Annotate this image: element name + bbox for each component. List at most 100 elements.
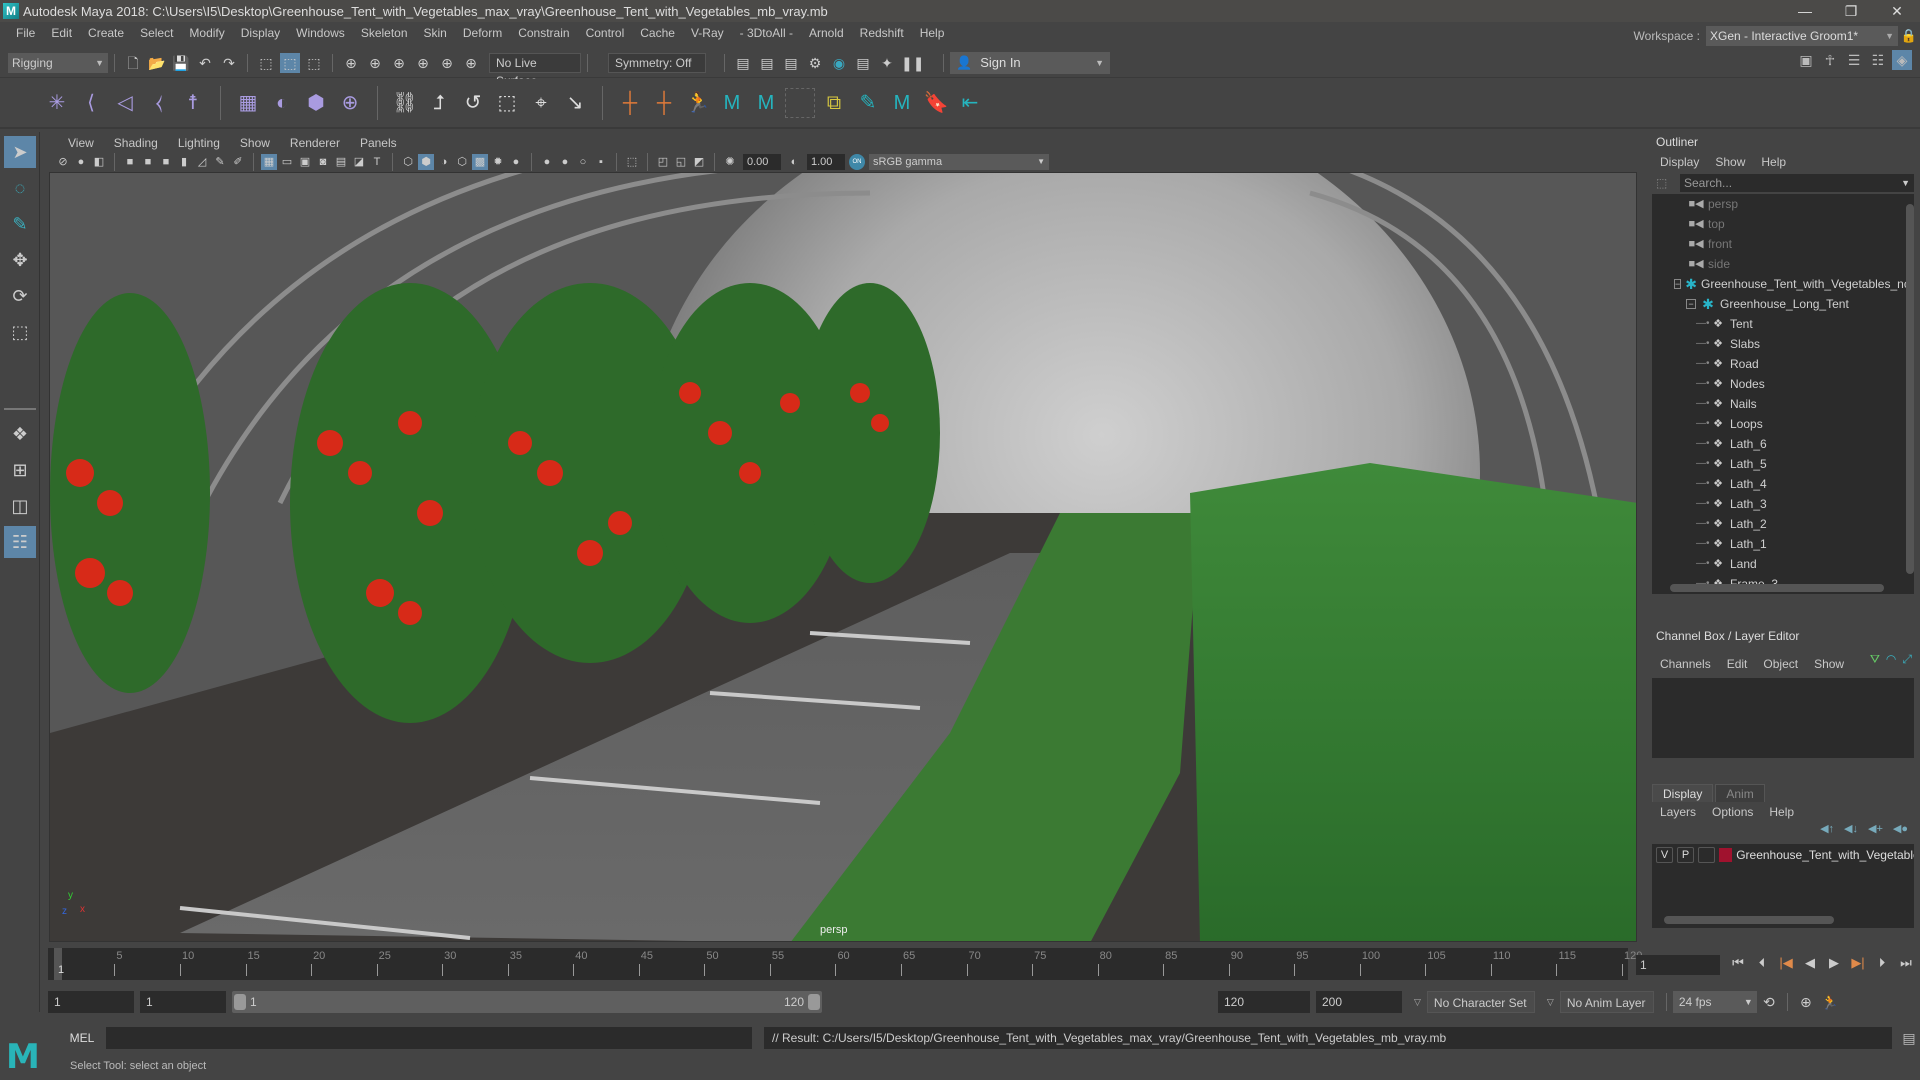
attribute-editor-icon[interactable]: ☥ <box>1820 50 1840 70</box>
viewport-menu-shading[interactable]: Shading <box>104 136 168 150</box>
rotate-tool-icon[interactable]: ⟳ <box>4 280 36 312</box>
symmetry-field[interactable]: Symmetry: Off <box>608 52 706 73</box>
menu-file[interactable]: File <box>8 26 43 40</box>
exposure-icon[interactable]: ✺ <box>722 154 738 170</box>
menuset-dropdown[interactable]: Rigging ▼ <box>8 52 108 73</box>
select-object-icon[interactable]: ⬚ <box>280 52 300 73</box>
help-menu[interactable]: Help <box>1761 805 1802 819</box>
channel-box-toggle-icon[interactable]: ☷ <box>1868 50 1888 70</box>
bind-skin-icon[interactable]: ▦ <box>233 88 263 118</box>
grid-toggle-icon[interactable]: ▦ <box>261 154 277 170</box>
viewport-menu-view[interactable]: View <box>58 136 104 150</box>
fps-dropdown[interactable]: 24 fps ▼ <box>1672 991 1757 1013</box>
outliner-item[interactable]: —• ❖ Slabs <box>1652 334 1914 354</box>
outliner-item[interactable]: ■◀ top <box>1652 214 1914 234</box>
step-forward-frame-icon[interactable]: ⏵ <box>1872 955 1892 971</box>
collapse-toggle[interactable]: − <box>1674 279 1682 289</box>
outliner-item[interactable]: —• ❖ Lath_5 <box>1652 454 1914 474</box>
empty-shelf-slot[interactable] <box>785 88 815 118</box>
go-to-end-icon[interactable]: ⏭ <box>1896 955 1916 971</box>
script-editor-icon[interactable]: ▤ <box>1898 1030 1920 1047</box>
pole-vector-icon[interactable]: ↘ <box>560 88 590 118</box>
humanik-icon[interactable]: ☨ <box>178 88 208 118</box>
smooth-shade-icon[interactable]: ⬢ <box>418 154 434 170</box>
animation-start-field[interactable]: 1 <box>48 991 134 1013</box>
outliner-tab[interactable]: Outliner <box>1646 132 1709 152</box>
paint-weights-icon[interactable]: ✎ <box>853 88 883 118</box>
channels-menu[interactable]: Channels <box>1652 657 1719 671</box>
layers-menu[interactable]: Layers <box>1652 805 1704 819</box>
open-scene-icon[interactable]: 📂 <box>147 53 167 73</box>
render-view-icon[interactable]: ▤ <box>733 53 753 73</box>
playback-end-field[interactable]: 120 <box>1218 991 1310 1013</box>
grease-pencil-2-icon[interactable]: ✐ <box>230 154 246 170</box>
time-slider[interactable]: 1 5 10 15 20 25 30 35 40 45 50 55 60 65 70 75 80 85 90 95 1… <box>48 948 1642 980</box>
sign-in-button[interactable]: 👤 Sign In ▼ <box>950 51 1110 74</box>
move-layer-down-icon[interactable]: ◀↓ <box>1844 822 1858 840</box>
lock-camera-icon[interactable]: ■ <box>140 154 156 170</box>
viewport-menu-lighting[interactable]: Lighting <box>168 136 230 150</box>
command-input[interactable] <box>106 1027 752 1049</box>
outliner-item[interactable]: − ✱ Greenhouse_Tent_with_Vegetables_ncl1 <box>1652 274 1914 294</box>
outliner-item[interactable]: —• ❖ Tent <box>1652 314 1914 334</box>
script-language-toggle[interactable]: MEL <box>58 1031 106 1045</box>
outliner-item[interactable]: —• ❖ Loops <box>1652 414 1914 434</box>
gamma-field[interactable]: 1.00 <box>807 154 845 170</box>
wireframe-on-shaded-icon[interactable]: ⬡ <box>454 154 470 170</box>
range-start-handle[interactable] <box>234 994 246 1010</box>
menu-skin[interactable]: Skin <box>416 26 455 40</box>
loop-icon[interactable]: ⟲ <box>1759 992 1779 1012</box>
two-view-layout-icon[interactable]: ◫ <box>4 490 36 522</box>
outliner-menu-show[interactable]: Show <box>1707 155 1753 169</box>
step-back-frame-icon[interactable]: ⏴ <box>1752 955 1772 971</box>
scale-constraint-icon[interactable]: ⬚ <box>492 88 522 118</box>
auto-key-icon[interactable]: ⊕ <box>1796 992 1816 1012</box>
cluster-icon[interactable]: ⊕ <box>335 88 365 118</box>
camera-attribute-icon[interactable]: ■ <box>158 154 174 170</box>
ipr-render-icon[interactable]: ▤ <box>781 53 801 73</box>
joint-tool-icon[interactable]: ✳ <box>42 88 72 118</box>
new-layer-from-selected-icon[interactable]: ◀● <box>1893 822 1908 840</box>
render-frame-icon[interactable]: ▤ <box>757 53 777 73</box>
options-menu[interactable]: Options <box>1704 805 1761 819</box>
resolution-gate-icon[interactable]: ▣ <box>297 154 313 170</box>
play-forwards-icon[interactable]: ▶ <box>1824 955 1844 971</box>
move-tool-icon[interactable]: ✥ <box>4 244 36 276</box>
outliner-item[interactable]: ■◀ front <box>1652 234 1914 254</box>
menu-skeleton[interactable]: Skeleton <box>353 26 416 40</box>
render-setup-icon[interactable]: ▤ <box>853 53 873 73</box>
range-end-handle[interactable] <box>808 994 820 1010</box>
safe-title-icon[interactable]: T <box>369 154 385 170</box>
new-layer-icon[interactable]: ◀+ <box>1868 822 1883 840</box>
outliner-menu-help[interactable]: Help <box>1753 155 1794 169</box>
play-backwards-icon[interactable]: ◀ <box>1800 955 1820 971</box>
xray-icon[interactable]: ◰ <box>655 154 671 170</box>
menu-cache[interactable]: Cache <box>632 26 683 40</box>
single-perspective-layout-icon[interactable]: ❖ <box>4 418 36 450</box>
grease-pencil-icon[interactable]: ✎ <box>212 154 228 170</box>
menu-create[interactable]: Create <box>80 26 132 40</box>
menu-windows[interactable]: Windows <box>288 26 353 40</box>
shadows-icon[interactable]: ● <box>508 154 524 170</box>
redo-icon[interactable]: ↷ <box>219 53 239 73</box>
camera-attributes-icon[interactable]: ● <box>73 154 89 170</box>
select-tool-icon[interactable]: ➤ <box>4 136 36 168</box>
insert-joint-icon[interactable]: ⧼ <box>144 88 174 118</box>
paint-select-tool-icon[interactable]: ✎ <box>4 208 36 240</box>
bookmark-icon[interactable]: ◧ <box>91 154 107 170</box>
character-run-icon[interactable]: 🏃 <box>683 88 713 118</box>
menu-constrain[interactable]: Constrain <box>510 26 577 40</box>
edit-menu[interactable]: Edit <box>1719 657 1756 671</box>
outliner-item[interactable]: ■◀ persp <box>1652 194 1914 214</box>
field-chart-icon[interactable]: ▤ <box>333 154 349 170</box>
ik-handle-icon[interactable]: ⟨ <box>76 88 106 118</box>
film-gate-icon[interactable]: ▭ <box>279 154 295 170</box>
smooth-skin-icon[interactable]: ◐ <box>267 88 297 118</box>
select-camera-icon[interactable]: ⊘ <box>55 154 71 170</box>
select-component-icon[interactable]: ⬚ <box>304 53 324 73</box>
outliner-item[interactable]: —• ❖ Lath_2 <box>1652 514 1914 534</box>
four-view-layout-icon[interactable]: ⊞ <box>4 454 36 486</box>
animation-preferences-icon[interactable]: 🏃 <box>1820 992 1840 1012</box>
outliner-search-input[interactable]: Search... ▼ <box>1680 174 1914 192</box>
outliner-item[interactable]: —• ❖ Lath_4 <box>1652 474 1914 494</box>
